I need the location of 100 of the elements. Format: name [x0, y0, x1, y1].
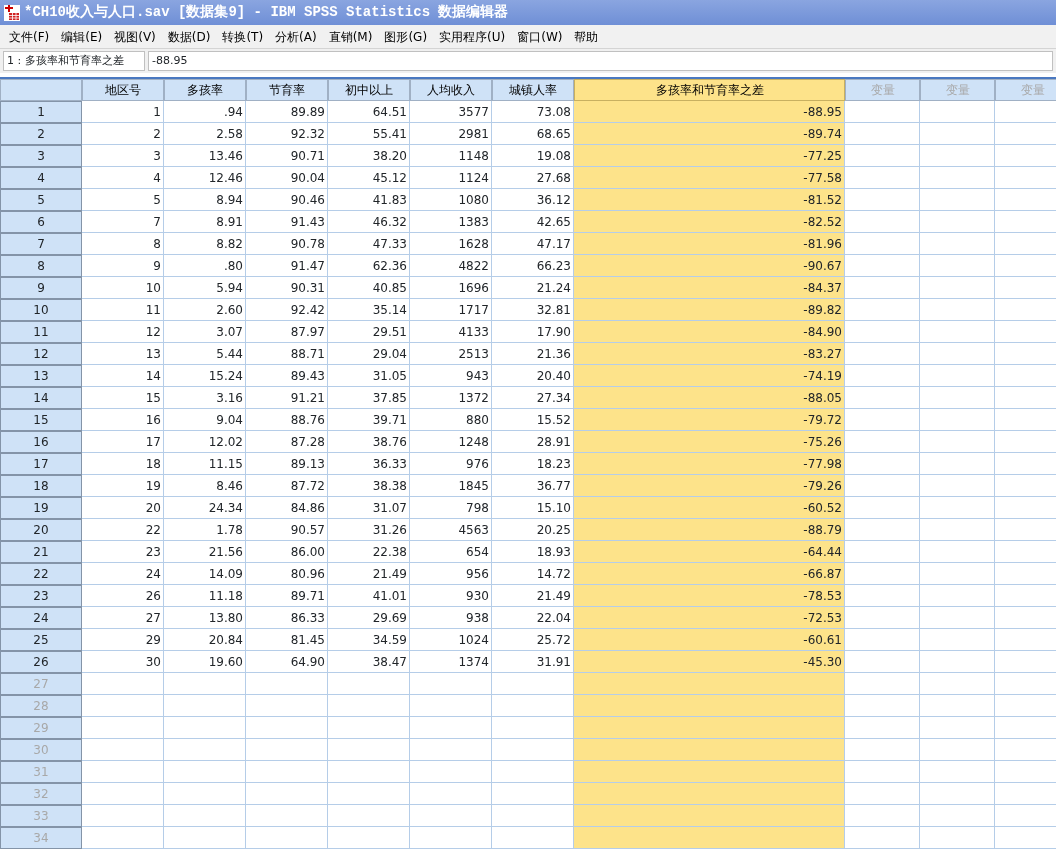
- row-header[interactable]: 13: [0, 365, 82, 387]
- table-cell: 89.43: [246, 365, 328, 387]
- row-header[interactable]: 23: [0, 585, 82, 607]
- table-cell: -64.44: [574, 541, 845, 563]
- table-cell: 91.43: [246, 211, 328, 233]
- row-header[interactable]: 19: [0, 497, 82, 519]
- menu-item[interactable]: 编辑(E): [55, 25, 109, 48]
- table-cell: -89.74: [574, 123, 845, 145]
- table-cell: 40.85: [328, 277, 410, 299]
- column-header[interactable]: 城镇人率: [492, 79, 574, 101]
- table-cell: -72.53: [574, 607, 845, 629]
- table-cell: 2981: [410, 123, 492, 145]
- table-cell: 23: [82, 541, 164, 563]
- table-cell: 4133: [410, 321, 492, 343]
- menu-item[interactable]: 数据(D): [161, 25, 217, 48]
- table-cell: 92.42: [246, 299, 328, 321]
- column-header[interactable]: 初中以上: [328, 79, 410, 101]
- table-cell: 31.07: [328, 497, 410, 519]
- table-cell: .94: [164, 101, 246, 123]
- table-cell: 2: [82, 123, 164, 145]
- menu-item[interactable]: 窗口(W): [511, 25, 569, 48]
- row-header[interactable]: 8: [0, 255, 82, 277]
- table-cell: -77.25: [574, 145, 845, 167]
- table-cell: 87.28: [246, 431, 328, 453]
- corner-header[interactable]: [0, 79, 82, 101]
- window-title: *CH10收入与人口.sav [数据集9] - IBM SPSS Statistics 数据编辑器: [24, 3, 509, 22]
- column-header[interactable]: 节育率: [246, 79, 328, 101]
- table-cell: -78.53: [574, 585, 845, 607]
- table-cell: 10: [82, 277, 164, 299]
- table-cell: 24: [82, 563, 164, 585]
- row-header[interactable]: 18: [0, 475, 82, 497]
- table-cell: 30: [82, 651, 164, 673]
- table-cell: 3.16: [164, 387, 246, 409]
- row-header[interactable]: 12: [0, 343, 82, 365]
- table-cell: 13.80: [164, 607, 246, 629]
- table-cell: 20.84: [164, 629, 246, 651]
- row-header[interactable]: 26: [0, 651, 82, 673]
- table-cell: .80: [164, 255, 246, 277]
- row-header[interactable]: 16: [0, 431, 82, 453]
- menu-item[interactable]: 文件(F): [3, 25, 56, 48]
- row-header[interactable]: 20: [0, 519, 82, 541]
- row-header[interactable]: 2: [0, 123, 82, 145]
- row-header[interactable]: 10: [0, 299, 82, 321]
- table-cell: 80.96: [246, 563, 328, 585]
- table-cell: 38.76: [328, 431, 410, 453]
- row-header[interactable]: 1: [0, 101, 82, 123]
- table-cell: -89.82: [574, 299, 845, 321]
- table-cell: 943: [410, 365, 492, 387]
- table-cell: 86.33: [246, 607, 328, 629]
- row-header[interactable]: 24: [0, 607, 82, 629]
- table-cell: 86.00: [246, 541, 328, 563]
- column-header[interactable]: 人均收入: [410, 79, 492, 101]
- table-cell: 1696: [410, 277, 492, 299]
- table-cell: 38.20: [328, 145, 410, 167]
- column-header[interactable]: 多孩率和节育率之差: [574, 79, 845, 101]
- table-cell: 1374: [410, 651, 492, 673]
- table-cell: 41.83: [328, 189, 410, 211]
- row-header[interactable]: 22: [0, 563, 82, 585]
- table-cell: 89.13: [246, 453, 328, 475]
- table-cell: 90.57: [246, 519, 328, 541]
- column-header[interactable]: 多孩率: [164, 79, 246, 101]
- table-cell: 2.60: [164, 299, 246, 321]
- menu-item[interactable]: 转换(T): [216, 25, 270, 48]
- table-cell: 41.01: [328, 585, 410, 607]
- table-cell: -84.37: [574, 277, 845, 299]
- table-cell: 798: [410, 497, 492, 519]
- row-header[interactable]: 7: [0, 233, 82, 255]
- row-header[interactable]: 4: [0, 167, 82, 189]
- row-header[interactable]: 17: [0, 453, 82, 475]
- table-cell: 26: [82, 585, 164, 607]
- row-header[interactable]: 5: [0, 189, 82, 211]
- table-cell: 930: [410, 585, 492, 607]
- menu-item[interactable]: 实用程序(U): [433, 25, 512, 48]
- row-header[interactable]: 14: [0, 387, 82, 409]
- row-header[interactable]: 9: [0, 277, 82, 299]
- cell-value-field[interactable]: -88.95: [148, 51, 1053, 71]
- table-cell: -83.27: [574, 343, 845, 365]
- menu-item[interactable]: 分析(A): [269, 25, 323, 48]
- table-cell: 90.46: [246, 189, 328, 211]
- menu-item[interactable]: 图形(G): [378, 25, 434, 48]
- menu-item[interactable]: 帮助: [568, 25, 605, 48]
- row-header[interactable]: 15: [0, 409, 82, 431]
- table-cell: 29: [82, 629, 164, 651]
- row-header[interactable]: 3: [0, 145, 82, 167]
- table-cell: 91.21: [246, 387, 328, 409]
- menu-item[interactable]: 视图(V): [108, 25, 162, 48]
- table-cell: 22.38: [328, 541, 410, 563]
- menu-item[interactable]: 直销(M): [322, 25, 379, 48]
- table-cell: 21.49: [328, 563, 410, 585]
- row-header[interactable]: 6: [0, 211, 82, 233]
- row-header[interactable]: 11: [0, 321, 82, 343]
- row-header[interactable]: 25: [0, 629, 82, 651]
- table-cell: 5: [82, 189, 164, 211]
- table-cell: 38.47: [328, 651, 410, 673]
- row-header[interactable]: 21: [0, 541, 82, 563]
- table-cell: 90.78: [246, 233, 328, 255]
- column-header[interactable]: 地区号: [82, 79, 164, 101]
- table-cell: 15.24: [164, 365, 246, 387]
- table-cell: 3577: [410, 101, 492, 123]
- table-cell: 18: [82, 453, 164, 475]
